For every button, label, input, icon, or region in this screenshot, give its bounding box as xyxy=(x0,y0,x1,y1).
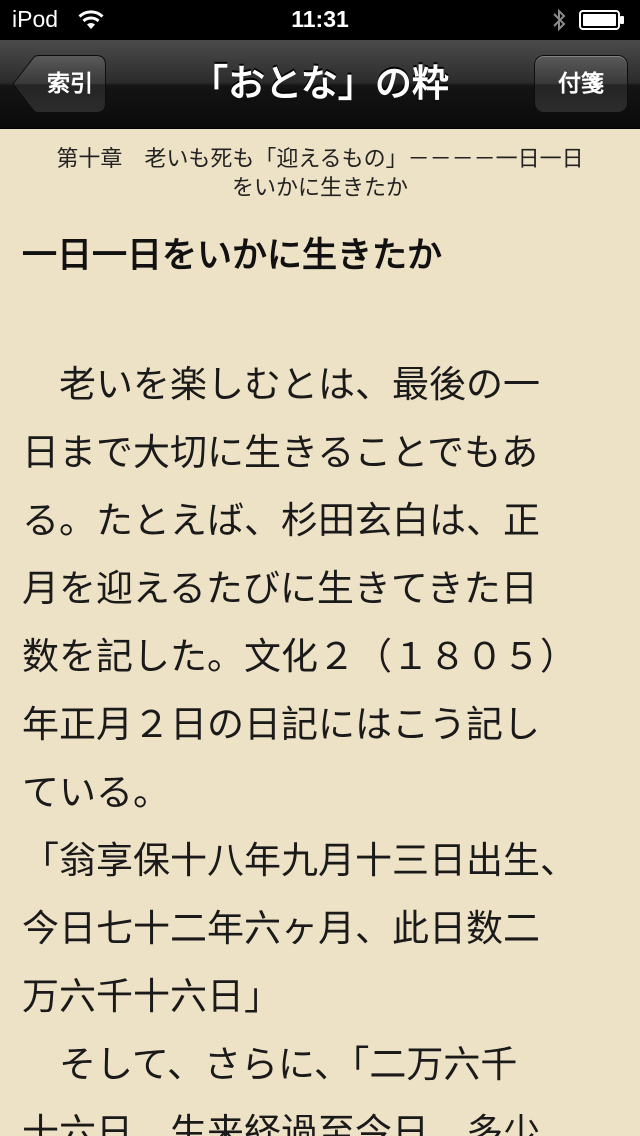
body-line: 万六千十六日」 xyxy=(22,975,281,1018)
back-button-label: 索引 xyxy=(47,71,93,97)
body-line: そして、さらに、「二万六千 xyxy=(22,1043,518,1086)
body-line: ている。 xyxy=(22,771,170,814)
body-text: 老いを楽しむとは、最後の一 日まで大切に生きることでもあ る。たとえば、杉田玄白… xyxy=(22,351,622,1136)
body-line: 今日七十二年六ヶ月、此日数二 xyxy=(22,907,540,950)
body-line: 日まで大切に生きることでもあ xyxy=(22,431,539,474)
chapter-header-line-2: をいかに生きたか xyxy=(231,176,408,201)
chapter-header-line-1: 第十章 老いも死も「迎えるもの」－－－－一日一日 xyxy=(56,147,584,172)
page-title: 「おとな」の粋 xyxy=(191,62,449,105)
body-line: 老いを楽しむとは、最後の一 xyxy=(22,363,540,406)
bookmark-button[interactable]: 付箋 xyxy=(534,55,628,113)
status-bar: iPod 11:31 xyxy=(0,0,640,40)
body-line: 数を記した。文化２（１８０５） xyxy=(22,635,577,678)
body-line: る。たとえば、杉田玄白は、正 xyxy=(22,499,540,542)
body-line: 月を迎えるたびに生きてきた日 xyxy=(22,567,538,610)
bluetooth-icon xyxy=(553,8,566,32)
navigation-bar: 索引 「おとな」の粋 付箋 xyxy=(0,40,640,129)
status-time: 11:31 xyxy=(291,6,349,32)
body-line: 「翁享保十八年九月十三日出生、 xyxy=(22,839,577,882)
body-line: 年正月２日の日記にはこう記し xyxy=(22,703,540,746)
reading-area[interactable]: 第十章 老いも死も「迎えるもの」－－－－一日一日 をいかに生きたか 一日一日をい… xyxy=(0,129,640,1136)
battery-icon xyxy=(579,10,624,30)
section-heading: 一日一日をいかに生きたか xyxy=(22,236,443,276)
chapter-header: 第十章 老いも死も「迎えるもの」－－－－一日一日 をいかに生きたか xyxy=(20,145,620,203)
body-line: 十六日、生来経過至今日、多少 xyxy=(22,1111,540,1136)
index-back-button[interactable]: 索引 xyxy=(12,55,106,113)
